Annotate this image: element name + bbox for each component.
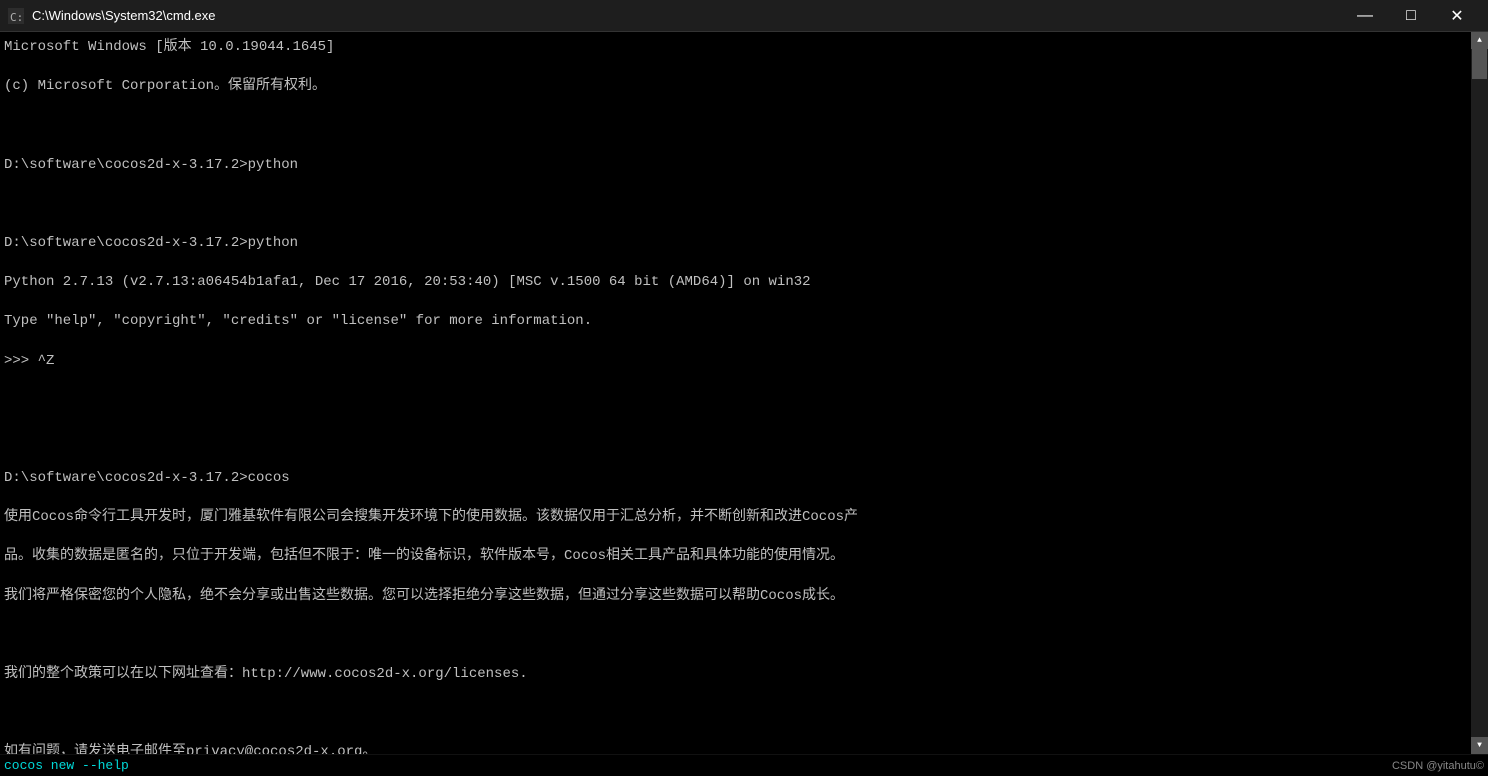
window-title: C:\Windows\System32\cmd.exe [32,8,1342,23]
console-line: D:\software\cocos2d-x-3.17.2>python [4,234,1467,254]
scrollbar-thumb[interactable] [1472,49,1487,79]
console-line: Microsoft Windows [版本 10.0.19044.1645] [4,38,1467,58]
bottom-input-text: cocos new --help [4,758,129,773]
title-bar: C:\ C:\Windows\System32\cmd.exe — □ ✕ [0,0,1488,32]
window-controls: — □ ✕ [1342,0,1480,32]
maximize-button[interactable]: □ [1388,0,1434,32]
console-line: D:\software\cocos2d-x-3.17.2>cocos [4,469,1467,489]
cmd-icon: C:\ [8,8,24,24]
console-line: (c) Microsoft Corporation。保留所有权利。 [4,77,1467,97]
console-line: D:\software\cocos2d-x-3.17.2>python [4,156,1467,176]
scrollbar-down-button[interactable]: ▼ [1471,737,1488,754]
scrollbar[interactable]: ▲ ▼ [1471,32,1488,754]
console-line: 我们的整个政策可以在以下网址查看：http://www.cocos2d-x.or… [4,665,1467,685]
console-line: Python 2.7.13 (v2.7.13:a06454b1afa1, Dec… [4,273,1467,293]
cmd-window: C:\ C:\Windows\System32\cmd.exe — □ ✕ Mi… [0,0,1488,776]
console-line: >>> ^Z [4,352,1467,372]
console-output[interactable]: Microsoft Windows [版本 10.0.19044.1645] (… [0,32,1471,754]
console-line: 我们将严格保密您的个人隐私，绝不会分享或出售这些数据。您可以选择拒绝分享这些数据… [4,587,1467,607]
console-line: 品。收集的数据是匿名的，只位于开发端，包括但不限于：唯一的设备标识，软件版本号，… [4,547,1467,567]
bottom-bar-text: CSDN @yitahutu© [1392,760,1484,772]
console-line: Type "help", "copyright", "credits" or "… [4,312,1467,332]
console-line: 如有问题，请发送电子邮件至privacy@cocos2d-x.org。 [4,743,1467,754]
minimize-button[interactable]: — [1342,0,1388,32]
svg-text:C:\: C:\ [10,11,24,24]
scrollbar-up-button[interactable]: ▲ [1471,32,1488,49]
console-body: Microsoft Windows [版本 10.0.19044.1645] (… [0,32,1488,754]
close-button[interactable]: ✕ [1434,0,1480,32]
scrollbar-track[interactable] [1471,49,1488,737]
console-line: 使用Cocos命令行工具开发时，厦门雅基软件有限公司会搜集开发环境下的使用数据。… [4,508,1467,528]
